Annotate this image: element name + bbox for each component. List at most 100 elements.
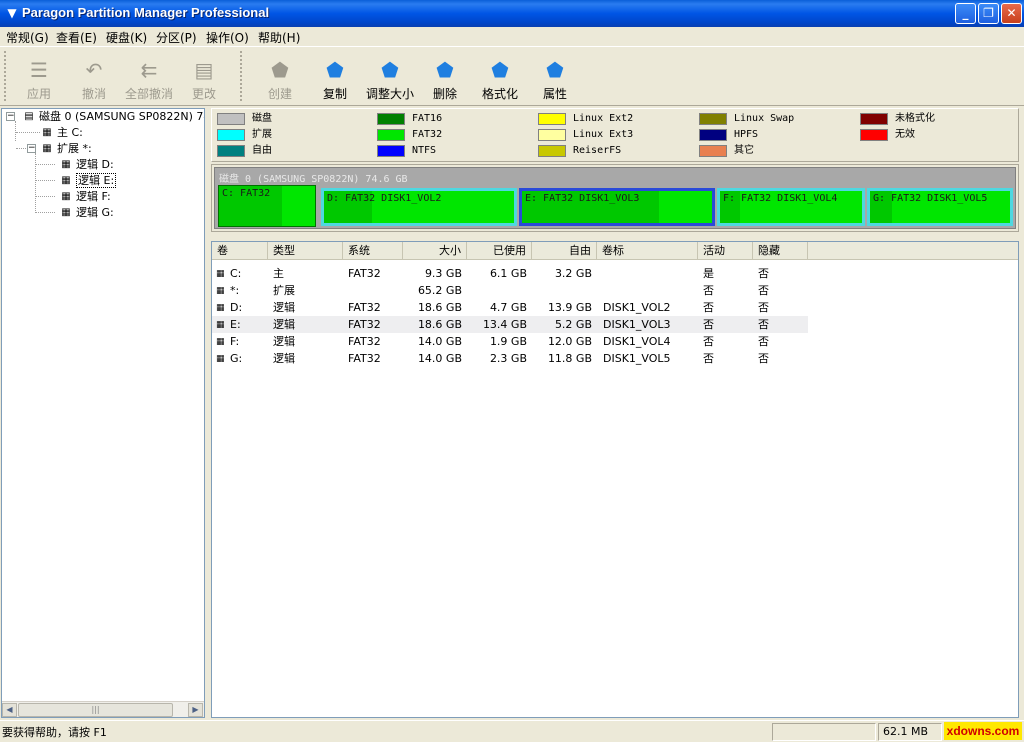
- menu-help[interactable]: 帮助(H): [256, 29, 302, 46]
- panel-splitter[interactable]: [206, 108, 210, 718]
- tree-item-disk[interactable]: ▤ 磁盘 0 (SAMSUNG SP0822N) 74.6: [22, 110, 204, 124]
- column-header-hidden[interactable]: 隐藏: [753, 242, 808, 260]
- partition-block-f[interactable]: F: FAT32 DISK1_VOL4: [717, 188, 865, 226]
- restore-button[interactable]: ❐: [978, 3, 999, 24]
- table-cell-label: DISK1_VOL4: [603, 333, 698, 350]
- tree-item-logical-e[interactable]: ▦ 逻辑 E:: [59, 173, 117, 188]
- partition-icon: ▦: [216, 336, 225, 347]
- properties-button[interactable]: ⬟ 属性: [527, 53, 583, 103]
- copy-button[interactable]: ⬟ 复制: [307, 53, 363, 103]
- cell-text: 否: [758, 301, 769, 314]
- menu-operations[interactable]: 操作(O): [204, 29, 251, 46]
- cell-text: D:: [230, 301, 243, 314]
- collapse-disk-toggle[interactable]: −: [6, 112, 15, 121]
- scroll-thumb[interactable]: |||: [18, 703, 173, 717]
- menu-general[interactable]: 常规(G): [4, 29, 51, 46]
- partition-label: E: FAT32 DISK1_VOL3: [525, 193, 640, 204]
- table-row[interactable]: ▦ C: 主 FAT32 9.3 GB 6.1 GB 3.2 GB 是 否: [212, 265, 808, 282]
- table-cell-active: 否: [703, 299, 753, 316]
- delete-icon: ⬟: [436, 58, 454, 82]
- format-button[interactable]: ⬟ 格式化: [472, 53, 528, 103]
- cell-text: FAT32: [348, 301, 381, 314]
- disk-tree[interactable]: − ▤ 磁盘 0 (SAMSUNG SP0822N) 74.6 ▦ 主 C: − ▦…: [1, 108, 205, 718]
- resize-button[interactable]: ⬟ 调整大小: [362, 53, 418, 103]
- cell-text: G:: [230, 352, 243, 365]
- watermark-logo: xdowns.com: [944, 722, 1022, 740]
- column-header-filesystem[interactable]: 系统: [343, 242, 403, 260]
- column-header-volume[interactable]: 卷: [212, 242, 268, 260]
- scroll-left-arrow-icon[interactable]: ◀: [2, 703, 17, 717]
- partition-block-g[interactable]: G: FAT32 DISK1_VOL5: [867, 188, 1013, 226]
- apply-icon: ☰: [30, 58, 48, 82]
- table-cell-used: 6.1 GB: [467, 265, 527, 282]
- tree-item-logical-f[interactable]: ▦ 逻辑 F:: [59, 190, 111, 204]
- cell-text: 逻辑: [273, 335, 295, 348]
- tree-item-extended[interactable]: ▦ 扩展 *:: [40, 142, 91, 156]
- window-title: Paragon Partition Manager Professional: [22, 5, 270, 20]
- tree-horizontal-scrollbar[interactable]: ◀ ||| ▶: [2, 701, 204, 717]
- cell-text: E:: [230, 318, 241, 331]
- partition-icon: ▦: [42, 127, 52, 138]
- collapse-extended-toggle[interactable]: −: [27, 144, 36, 153]
- table-cell-label: DISK1_VOL3: [603, 316, 698, 333]
- create-button[interactable]: ⬟ 创建: [252, 53, 308, 103]
- tree-item-logical-label: 逻辑 F:: [76, 190, 111, 203]
- cell-text: 5.2 GB: [554, 318, 592, 331]
- disk-map-title: 磁盘 0 (SAMSUNG SP0822N) 74.6 GB: [219, 174, 408, 185]
- table-cell-free: 3.2 GB: [532, 265, 592, 282]
- format-icon: ⬟: [491, 58, 509, 82]
- partition-block-d[interactable]: D: FAT32 DISK1_VOL2: [321, 188, 517, 226]
- column-header-size[interactable]: 大小: [403, 242, 467, 260]
- table-cell-used: 4.7 GB: [467, 299, 527, 316]
- cell-text: 18.6 GB: [417, 301, 462, 314]
- close-button[interactable]: ✕: [1001, 3, 1022, 24]
- cell-text: 12.0 GB: [547, 335, 592, 348]
- undo-button[interactable]: ↶ 撤消: [66, 53, 122, 103]
- menu-view[interactable]: 查看(E): [54, 29, 99, 46]
- undo-all-button[interactable]: ⇇ 全部撤消: [121, 53, 177, 103]
- changes-label: 更改: [191, 87, 216, 101]
- table-row[interactable]: ▦ F: 逻辑 FAT32 14.0 GB 1.9 GB 12.0 GB DISK1_VOL4…: [212, 333, 808, 350]
- minimize-button[interactable]: _: [955, 3, 976, 24]
- cell-text: 逻辑: [273, 318, 295, 331]
- table-cell-active: 否: [703, 316, 753, 333]
- table-row[interactable]: ▦ G: 逻辑 FAT32 14.0 GB 2.3 GB 11.8 GB DISK1_VOL5…: [212, 350, 808, 367]
- tree-item-primary-c[interactable]: ▦ 主 C:: [40, 126, 83, 140]
- legend-label: HPFS: [734, 129, 759, 140]
- table-cell-active: 否: [703, 350, 753, 367]
- tree-line: [35, 212, 55, 213]
- undo-all-label: 全部撤消: [124, 87, 173, 101]
- menu-partition[interactable]: 分区(P): [154, 29, 199, 46]
- table-cell-vol: ▦ F:: [216, 333, 266, 350]
- table-cell-size: 9.3 GB: [403, 265, 462, 282]
- table-row[interactable]: ▦ *: 扩展 65.2 GB 否 否: [212, 282, 808, 299]
- changes-button[interactable]: ▤ 更改: [176, 53, 232, 103]
- partition-block-e[interactable]: E: FAT32 DISK1_VOL3: [519, 188, 715, 226]
- tree-item-logical-d[interactable]: ▦ 逻辑 D:: [59, 158, 113, 172]
- menu-disk[interactable]: 硬盘(K): [104, 29, 149, 46]
- scroll-right-arrow-icon[interactable]: ▶: [188, 703, 203, 717]
- table-row[interactable]: ▦ D: 逻辑 FAT32 18.6 GB 4.7 GB 13.9 GB DISK1_VOL2…: [212, 299, 808, 316]
- partition-block-c[interactable]: C: FAT32: [218, 185, 316, 227]
- table-row[interactable]: ▦ E: 逻辑 FAT32 18.6 GB 13.4 GB 5.2 GB DISK1_VOL3…: [212, 316, 808, 333]
- tree-item-logical-g[interactable]: ▦ 逻辑 G:: [59, 206, 113, 220]
- column-header-free[interactable]: 自由: [532, 242, 597, 260]
- apply-button[interactable]: ☰ 应用: [11, 53, 67, 103]
- cell-text: 是: [703, 267, 714, 280]
- legend-swatch: [538, 145, 566, 157]
- table-cell-hidden: 否: [758, 299, 808, 316]
- help-hint: 要获得帮助，请按 F1: [2, 726, 107, 739]
- format-label: 格式化: [481, 87, 518, 101]
- toolbar-grip[interactable]: [4, 51, 8, 101]
- column-header-active[interactable]: 活动: [698, 242, 753, 260]
- undo-label: 撤消: [81, 87, 106, 101]
- legend-label: Linux Swap: [734, 113, 795, 124]
- delete-button[interactable]: ⬟ 删除: [417, 53, 473, 103]
- column-header-label[interactable]: 卷标: [597, 242, 698, 260]
- cell-text: 否: [758, 318, 769, 331]
- column-header-type[interactable]: 类型: [268, 242, 343, 260]
- tree-line: [35, 196, 55, 197]
- disk-bar[interactable]: 磁盘 0 (SAMSUNG SP0822N) 74.6 GB C: FAT32 …: [214, 167, 1016, 229]
- column-header-used[interactable]: 已使用: [467, 242, 532, 260]
- partition-icon: ▦: [216, 319, 225, 330]
